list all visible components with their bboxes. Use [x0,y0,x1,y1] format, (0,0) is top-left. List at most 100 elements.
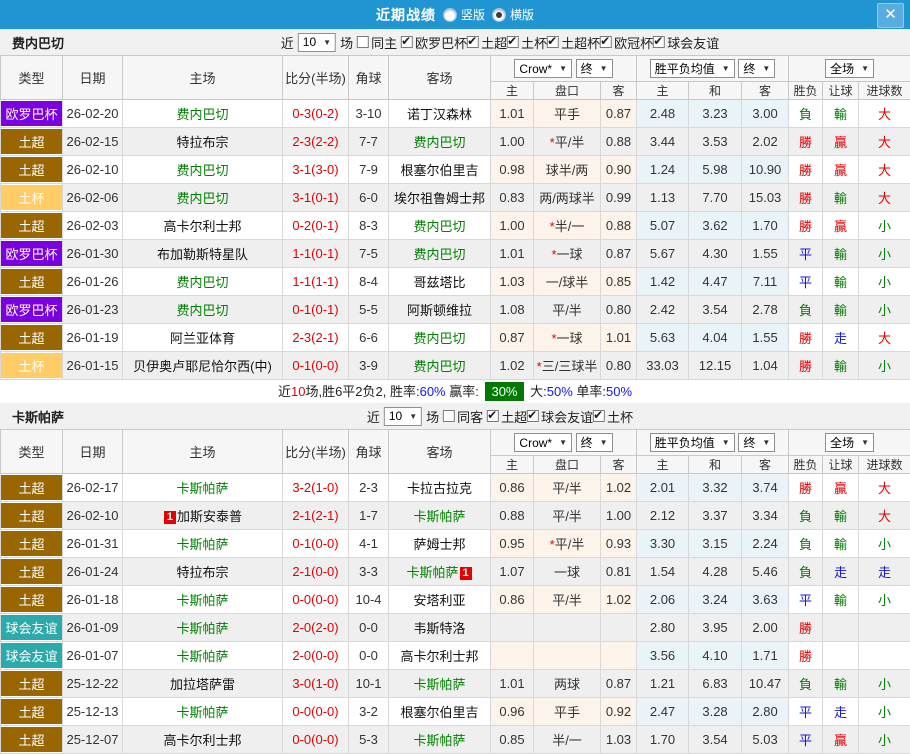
league-label: 土超 [481,35,508,51]
date-cell: 26-01-24 [62,557,123,586]
checkbox-checked-icon[interactable] [600,34,613,48]
match-row: 土杯 26-02-06 费内巴切 3-1(0-1) 6-0 埃尔祖鲁姆士邦 0.83 两/两球… [0,183,910,212]
handicap-result-cell: 走 [822,557,860,586]
recent-count-select[interactable]: 10 [383,406,423,426]
avg-type-select[interactable]: 胜平负均值 [649,433,735,452]
red-card-badge: 1 [163,511,176,524]
odds-company-select[interactable]: Crow* [514,59,573,79]
goals-result-cell: 大 [858,501,910,530]
avg-stage-select[interactable]: 终 [738,433,776,452]
competition-type-cell: 土超 [0,557,63,586]
avg-away-cell: 2.02 [741,127,790,156]
layout-horizontal-option[interactable]: 横版 [492,6,534,23]
team-link: 根塞尔伯里吉 [400,705,479,720]
odds-away-cell: 0.90 [599,155,638,184]
league-filter[interactable]: 土超 [487,407,527,426]
team-link: 费内巴切 [413,219,466,234]
checkbox-checked-icon[interactable] [527,408,540,422]
same-venue-filter[interactable]: 同客 [443,407,483,426]
checkbox-checked-icon[interactable] [487,408,500,422]
team-link: 费内巴切 [176,163,229,178]
wdl-result-cell: 勝 [788,183,824,212]
match-row: 球会友谊 26-01-07 卡斯帕萨 2-0(0-0) 0-0 高卡尔利士邦 3.56 4.1… [0,641,910,670]
date-cell: 26-01-15 [62,351,123,380]
match-row: 土超 26-02-03 高卡尔利士邦 0-2(0-1) 8-3 费内巴切 1.00 *半/一 0… [0,211,910,240]
home-team-cell: 费内巴切 [122,99,283,128]
odds-company-select[interactable]: Crow* [514,433,573,453]
close-button[interactable]: ✕ [877,3,904,28]
checkbox-checked-icon[interactable] [547,34,560,48]
league-label: 球会友谊 [541,409,594,425]
checkbox-unchecked-icon[interactable] [443,410,456,422]
team-link: 安塔利亚 [413,593,466,608]
handicap-result-cell: 走 [822,697,860,726]
avg-home-cell: 3.30 [636,529,690,558]
avg-stage-select[interactable]: 终 [738,59,776,78]
fulltime-select[interactable]: 全场 [825,59,875,78]
avg-home-cell: 3.44 [636,127,690,156]
col-date: 日期 [62,55,123,100]
near-label: 近 [366,409,380,425]
avg-away-cell: 1.55 [741,239,790,268]
team-link: 根塞尔伯里吉 [400,163,479,178]
match-row: 土超 26-01-18 卡斯帕萨 0-0(0-0) 10-4 安塔利亚 0.86 平/半 1.0… [0,585,910,614]
col-avg-home: 主 [636,455,690,474]
checkbox-checked-icon[interactable] [593,408,606,422]
layout-vertical-option[interactable]: 竖版 [442,6,485,23]
match-row: 土超 26-02-10 费内巴切 3-1(3-0) 7-9 根塞尔伯里吉 0.98 球半/两 0… [0,155,910,184]
handicap-cell: 平/半 [533,295,601,324]
odds-stage-select[interactable]: 终 [575,432,613,452]
competition-type-cell: 欧罗巴杯 [0,295,63,324]
same-venue-filter[interactable]: 同主 [357,33,397,52]
avg-away-cell: 1.70 [741,211,790,240]
avg-draw-cell: 3.32 [688,473,743,502]
summary-text: 50% [546,384,573,399]
filter-bar: 近 10 场 同主 欧罗巴杯土超土杯土超杯欧冠杯球会友谊 [281,32,719,52]
summary-text: 场,胜6平2负2, 胜率: [305,384,420,399]
wdl-result-cell: 負 [788,501,824,530]
fulltime-select[interactable]: 全场 [825,433,875,452]
league-filter[interactable]: 欧冠杯 [600,33,653,52]
goals-result-cell: 小 [858,211,910,240]
league-filter[interactable]: 土杯 [593,407,633,426]
league-filter[interactable]: 欧罗巴杯 [401,33,467,52]
competition-type-cell: 土超 [0,473,63,502]
odds-stage-select[interactable]: 终 [575,58,613,78]
handicap-result-cell: 輸 [822,529,860,558]
wdl-result-cell: 負 [788,557,824,586]
away-team-cell: 费内巴切 [388,323,491,352]
avg-home-cell: 3.56 [636,641,690,670]
corner-cell: 7-9 [348,155,389,184]
avg-draw-cell: 3.95 [688,613,743,642]
goals-result-cell: 大 [858,99,910,128]
match-row: 土超 26-01-31 卡斯帕萨 0-1(0-0) 4-1 萨姆士邦 0.95 *平/半 0.9… [0,529,910,558]
avg-type-select[interactable]: 胜平负均值 [649,59,735,78]
col-let-goal: 让球 [822,455,860,474]
checkbox-checked-icon[interactable] [401,34,414,48]
avg-home-cell: 1.54 [636,557,690,586]
team-link: 卡斯帕萨 [176,649,229,664]
team-name: 卡斯帕萨 [12,409,65,425]
radio-unselected-icon[interactable] [442,7,457,22]
league-filters: 欧罗巴杯土超土杯土超杯欧冠杯球会友谊 [401,33,719,52]
league-filter[interactable]: 土超杯 [547,33,600,52]
radio-selected-icon[interactable] [492,7,506,22]
league-filter[interactable]: 球会友谊 [653,33,719,52]
checkbox-checked-icon[interactable] [467,34,480,48]
league-filter[interactable]: 土杯 [507,33,547,52]
checkbox-checked-icon[interactable] [653,34,666,48]
avg-draw-cell: 3.15 [688,529,743,558]
league-filter[interactable]: 球会友谊 [527,407,593,426]
away-team-cell: 费内巴切 [388,211,491,240]
checkbox-checked-icon[interactable] [507,34,520,48]
date-cell: 25-12-13 [62,697,123,726]
red-card-badge: 1 [459,567,472,580]
odds-home-cell: 1.03 [490,267,534,296]
checkbox-unchecked-icon[interactable] [357,36,370,48]
team-link: 卡斯帕萨 [413,733,466,748]
team-link: 加斯安泰普 [176,509,242,524]
recent-count-select[interactable]: 10 [297,32,337,52]
league-filter[interactable]: 土超 [467,33,507,52]
score-cell: 2-1(0-0) [282,557,349,586]
handicap-result-cell: 贏 [822,127,860,156]
